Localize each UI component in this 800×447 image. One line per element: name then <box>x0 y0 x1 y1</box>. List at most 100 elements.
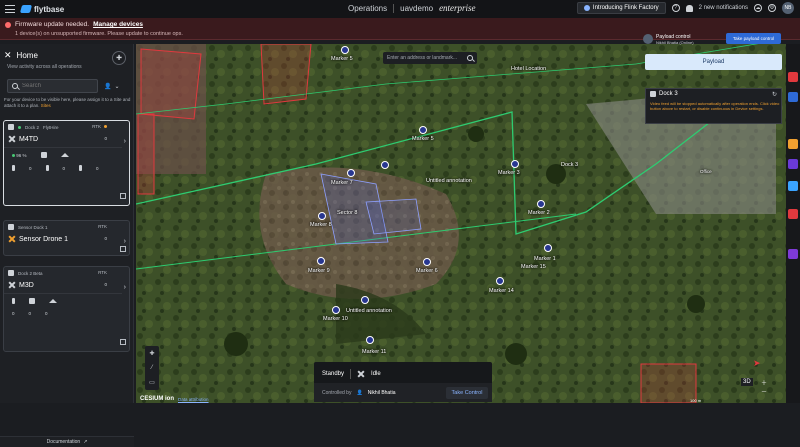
drone-icon <box>357 370 365 378</box>
add-operation-button[interactable]: ✚ <box>112 51 126 65</box>
news-announcement-button[interactable]: Introducing Flink Factory <box>576 2 666 14</box>
app-tile-icon[interactable] <box>788 92 798 102</box>
app-tile-icon[interactable] <box>788 159 798 169</box>
device-card[interactable]: Dock 2 FlytHire RTK M4TD 0 96 % 0 0 0 › <box>3 120 130 206</box>
chevron-right-icon[interactable]: › <box>124 238 126 245</box>
user-avatar[interactable]: NB <box>782 2 794 14</box>
marker-pin-icon[interactable] <box>419 126 427 134</box>
idle-state: Idle <box>371 371 381 377</box>
signal-icon <box>12 298 15 304</box>
marker-pin-icon[interactable] <box>347 169 355 177</box>
refresh-icon[interactable]: ↻ <box>772 91 777 98</box>
app-tile-icon[interactable] <box>788 209 798 219</box>
workspace-switcher[interactable]: Operations uavdemo enterprise <box>348 3 476 13</box>
annotation-pin-icon[interactable] <box>381 161 389 169</box>
take-payload-control-button[interactable]: Take payload control <box>726 33 781 44</box>
device-card[interactable]: Dock 2 Beta RTK M3D 0 0 0 0 › <box>3 266 130 352</box>
rain-icon <box>79 165 83 171</box>
app-tile-icon[interactable] <box>788 249 798 259</box>
marker-label[interactable]: Marker 2 <box>528 210 550 216</box>
device-card[interactable]: Sensor Dock 1 RTK Sensor Drone 1 0 › <box>3 220 130 256</box>
marker-label[interactable]: Marker 5 <box>331 56 353 62</box>
marker-label[interactable]: Marker 9 <box>308 268 330 274</box>
manage-devices-link[interactable]: Manage devices <box>93 21 143 28</box>
marker-pin-icon[interactable] <box>496 277 504 285</box>
app-tile-icon[interactable] <box>788 139 798 149</box>
marker-pin-icon[interactable] <box>317 257 325 265</box>
operations-filter-button[interactable]: 👤 ⌄ <box>104 80 126 92</box>
search-input[interactable] <box>22 83 92 89</box>
marker-pin-icon[interactable] <box>332 306 340 314</box>
annotation-label[interactable]: Untitled annotation <box>346 308 392 314</box>
dock-panel-title: Dock 3 <box>659 91 678 97</box>
marker-pin-icon[interactable] <box>318 212 326 220</box>
add-point-icon[interactable]: ✚ <box>149 350 154 357</box>
close-icon[interactable]: ✕ <box>4 50 12 61</box>
view-mode-3d-button[interactable]: 3D <box>741 378 753 386</box>
take-control-button[interactable]: Take Control <box>446 387 488 399</box>
dock-video-panel: Dock 3 ↻ Video feed will be stopped auto… <box>645 88 782 124</box>
marker-pin-icon[interactable] <box>544 244 552 252</box>
settings-gear-icon[interactable]: ⚙ <box>768 4 776 12</box>
site-tag: FlytHire <box>43 124 59 130</box>
search-box[interactable] <box>7 79 98 93</box>
marker-label[interactable]: Marker 7 <box>331 180 353 186</box>
controller-icon: 👤 <box>356 389 363 396</box>
annotation-label[interactable]: Untitled annotation <box>426 178 472 184</box>
search-icon <box>12 83 18 89</box>
marker-pin-icon[interactable] <box>511 160 519 168</box>
external-link-icon[interactable] <box>120 339 126 345</box>
battery-value: 0 <box>104 282 107 287</box>
draw-line-icon[interactable]: ⁄ <box>151 365 152 371</box>
dock-3-label[interactable]: Dock 3 <box>561 162 578 168</box>
announcement-icon <box>583 5 590 11</box>
temp-icon <box>45 165 49 171</box>
marker-label[interactable]: Marker 5 <box>412 136 434 142</box>
payload-tab-button[interactable]: Payload <box>645 54 782 70</box>
external-link-icon[interactable] <box>120 193 126 199</box>
sector-label[interactable]: Sector 8 <box>337 210 357 216</box>
draw-polygon-icon[interactable]: ▭ <box>149 379 155 386</box>
hamburger-menu-icon[interactable] <box>5 5 15 13</box>
marker-label[interactable]: Marker 11 <box>362 349 386 355</box>
zoom-in-icon[interactable]: ＋ <box>761 378 767 387</box>
cloud-sync-icon[interactable]: ☁ <box>754 4 762 12</box>
map-navigation-controls: ➤ 3D ＋ － <box>739 358 779 396</box>
dock-icon <box>650 91 656 97</box>
app-tile-icon[interactable] <box>788 72 798 82</box>
app-tile-icon[interactable] <box>788 181 798 191</box>
dock-icon <box>8 270 14 276</box>
documentation-link[interactable]: Documentation ↗ <box>0 436 134 447</box>
chevron-right-icon[interactable]: › <box>124 284 126 291</box>
annotation-pin-icon[interactable] <box>361 296 369 304</box>
marker-label[interactable]: Marker 10 <box>323 316 348 322</box>
bell-icon[interactable] <box>685 4 693 12</box>
help-icon[interactable]: ? <box>671 4 680 12</box>
marker-label[interactable]: Marker 15 <box>521 264 546 270</box>
data-attribution-link[interactable]: Data attribution <box>178 397 209 402</box>
chevron-right-icon[interactable]: › <box>124 138 126 145</box>
drone-icon <box>8 281 16 289</box>
zoom-out-icon[interactable]: － <box>761 387 767 396</box>
brand-logo[interactable]: flytbase <box>19 5 64 14</box>
marker-label[interactable]: Marker 1 <box>534 256 556 262</box>
banner-detail: 1 device(s) on unsupported firmware. Ple… <box>15 31 183 37</box>
marker-label[interactable]: Marker 8 <box>310 222 332 228</box>
marker-pin-icon[interactable] <box>537 200 545 208</box>
marker-label[interactable]: Marker 14 <box>489 288 514 294</box>
marker-label[interactable]: Marker 6 <box>416 268 438 274</box>
marker-pin-icon[interactable] <box>341 46 349 54</box>
hotel-location-label[interactable]: Hotel Location <box>511 66 546 72</box>
battery-value: 0 <box>104 136 107 141</box>
compass-icon[interactable]: ➤ <box>753 358 761 369</box>
external-link-icon[interactable] <box>120 246 126 252</box>
marker-pin-icon[interactable] <box>366 336 374 344</box>
address-search-input[interactable]: Enter an address or landmark... <box>383 52 477 64</box>
notifications-count[interactable]: 2 new notifications <box>699 5 748 11</box>
marker-label[interactable]: Marker 3 <box>498 170 520 176</box>
standby-status: Standby <box>322 371 345 377</box>
sites-link[interactable]: Sites <box>41 103 51 108</box>
marker-pin-icon[interactable] <box>423 258 431 266</box>
office-label[interactable]: Office <box>700 169 712 174</box>
dock-icon <box>8 224 14 230</box>
